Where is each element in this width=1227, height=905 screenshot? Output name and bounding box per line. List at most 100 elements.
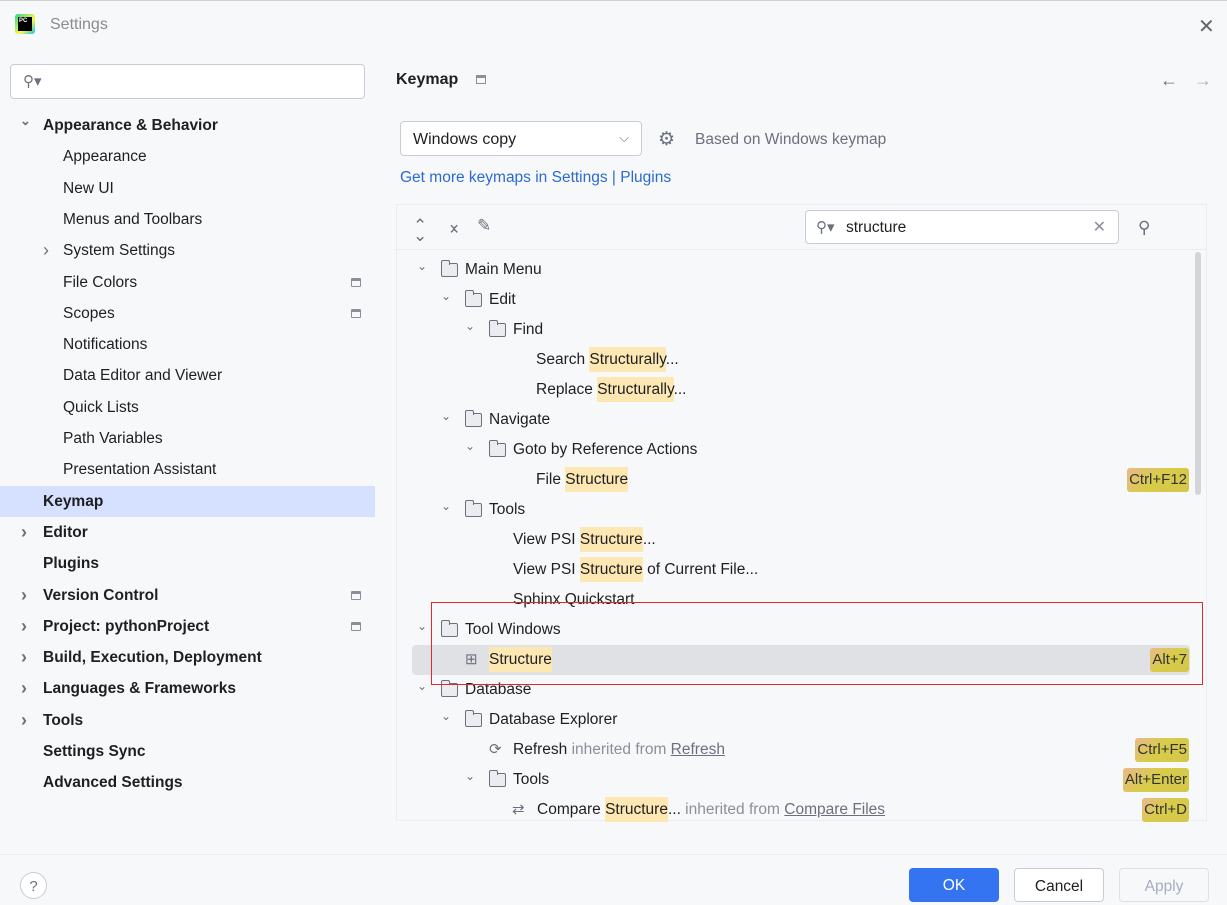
chevron-right-icon[interactable]: › (43, 235, 49, 266)
chevron-down-icon[interactable]: ⌄ (417, 251, 427, 281)
tree-row[interactable]: ⌄ Tools (412, 495, 1190, 525)
chevron-down-icon[interactable]: ⌄ (417, 671, 427, 701)
sidebar-item-label: Data Editor and Viewer (63, 367, 223, 385)
sidebar-item[interactable]: Menus and Toolbars (0, 204, 375, 235)
label-text: Edit (489, 291, 516, 308)
sidebar-item-label: Appearance (63, 148, 147, 166)
chevron-down-icon[interactable]: ⌄ (441, 281, 451, 311)
expand-all-icon-lower[interactable]: ⌄ (413, 226, 427, 246)
scrollbar[interactable] (1195, 252, 1201, 495)
tree-row-label: View PSI Structure of Current File... (513, 555, 758, 585)
sidebar-item-label: New UI (63, 179, 114, 197)
sidebar-item[interactable]: Scopes (0, 298, 375, 329)
apply-button[interactable]: Apply (1119, 868, 1209, 902)
find-by-shortcut-icon[interactable]: ⚲ (1138, 218, 1150, 238)
tree-row[interactable]: Search Structurally... (412, 345, 1190, 375)
ok-button[interactable]: OK (909, 868, 999, 902)
collapse-all-icon-lower[interactable]: ⌃ (447, 226, 461, 246)
tree-row[interactable]: ⌄ Edit (412, 285, 1190, 315)
chevron-down-icon[interactable]: ⌄ (441, 701, 451, 731)
folder-icon (464, 410, 482, 427)
chevron-down-icon[interactable]: ⌄ (465, 431, 475, 461)
close-icon[interactable]: ✕ (1198, 14, 1215, 39)
tree-row[interactable]: ⌄ Goto by Reference Actions (412, 435, 1190, 465)
sidebar-item[interactable]: › Build, Execution, Deployment (0, 642, 375, 673)
help-button[interactable]: ? (20, 872, 47, 899)
keymap-filter-input[interactable]: ⚲▾ structure ✕ (805, 210, 1119, 244)
sidebar-item[interactable]: › System Settings (0, 235, 375, 266)
chevron-right-icon[interactable]: › (21, 642, 27, 673)
search-icon: ⚲▾ (23, 73, 42, 90)
sidebar-item[interactable]: › Tools (0, 705, 375, 736)
tree-row[interactable]: ⌄ Tools Alt+Enter (412, 765, 1190, 795)
tree-row[interactable]: ⌄ Find (412, 315, 1190, 345)
keymap-select-value: Windows copy (413, 131, 517, 148)
back-arrow-icon[interactable]: ← (1160, 70, 1178, 91)
tree-row[interactable]: ⟳ Refresh inherited from Refresh Ctrl+F5 (412, 735, 1190, 765)
tree-row-label: Tools (489, 495, 525, 525)
chevron-down-icon[interactable]: ⌄ (441, 401, 451, 431)
tree-row[interactable]: View PSI Structure of Current File... (412, 555, 1190, 585)
sidebar-item-label: Advanced Settings (43, 774, 183, 792)
logo-text: PC (18, 17, 32, 31)
settings-search-input[interactable]: ⚲▾ (10, 64, 365, 99)
forward-arrow-icon[interactable]: → (1194, 70, 1212, 91)
pin-icon (351, 590, 361, 600)
label-text: Search (536, 351, 590, 368)
sidebar-item[interactable]: › Project: pythonProject (0, 611, 375, 642)
sidebar-item[interactable]: Settings Sync (0, 736, 375, 767)
sidebar-item[interactable]: Quick Lists (0, 392, 375, 423)
sidebar-item[interactable]: ⌄ Appearance & Behavior (0, 110, 375, 141)
sidebar-item[interactable]: Notifications (0, 329, 375, 360)
sidebar-item[interactable]: Presentation Assistant (0, 454, 375, 485)
sidebar-item-label: Presentation Assistant (63, 461, 217, 479)
label-text: Navigate (489, 411, 551, 428)
chevron-right-icon[interactable]: › (21, 705, 27, 736)
clear-icon[interactable]: ✕ (1093, 217, 1106, 237)
inherited-link[interactable]: Refresh (671, 741, 725, 758)
label-text: View PSI (513, 561, 580, 578)
chevron-right-icon[interactable]: › (21, 517, 27, 548)
search-match: Structure (579, 527, 643, 552)
sidebar-item[interactable]: Path Variables (0, 423, 375, 454)
label-text: Refresh (513, 741, 568, 758)
chevron-down-icon[interactable]: ⌄ (441, 491, 451, 521)
inherited-link[interactable]: Compare Files (784, 801, 885, 818)
chevron-right-icon[interactable]: › (21, 580, 27, 611)
label-text: Database Explorer (489, 711, 618, 728)
sidebar-item[interactable]: Keymap (0, 485, 375, 517)
sidebar-item-label: Scopes (63, 304, 115, 322)
sidebar-item[interactable]: › Languages & Frameworks (0, 673, 375, 704)
page-title: Keymap (396, 71, 459, 88)
tree-row-label: Goto by Reference Actions (513, 435, 697, 465)
chevron-down-icon[interactable]: ⌄ (465, 311, 475, 341)
cancel-button[interactable]: Cancel (1014, 868, 1104, 902)
chevron-right-icon[interactable]: › (21, 673, 27, 704)
gear-icon[interactable]: ⚙ (658, 128, 675, 151)
sidebar-item[interactable]: › Editor (0, 517, 375, 548)
sidebar-item[interactable]: File Colors (0, 267, 375, 298)
more-keymaps-link[interactable]: Get more keymaps in Settings | Plugins (400, 169, 671, 187)
sidebar-item[interactable]: Advanced Settings (0, 767, 375, 798)
tree-row[interactable]: ⌄ Navigate (412, 405, 1190, 435)
sidebar-item[interactable]: New UI (0, 173, 375, 204)
tree-row[interactable]: ⇄ Compare Structure... inherited from Com… (412, 795, 1190, 825)
keymap-select[interactable]: Windows copy ⌵ (400, 121, 642, 156)
sidebar-item[interactable]: Appearance (0, 141, 375, 172)
tree-row[interactable]: View PSI Structure... (412, 525, 1190, 555)
sidebar-item[interactable]: › Version Control (0, 580, 375, 611)
tree-row[interactable]: ⌄ Database Explorer (412, 705, 1190, 735)
chevron-down-icon[interactable]: ⌄ (417, 611, 427, 641)
folder-icon (464, 710, 482, 727)
tree-row[interactable]: File Structure Ctrl+F12 (412, 465, 1190, 495)
sidebar-item[interactable]: Data Editor and Viewer (0, 360, 375, 391)
tree-row[interactable]: ⌄ Main Menu (412, 255, 1190, 285)
tree-row-label: Edit (489, 285, 516, 315)
tree-row[interactable]: Replace Structurally... (412, 375, 1190, 405)
pencil-icon[interactable]: ✎ (477, 216, 491, 236)
chevron-right-icon[interactable]: › (21, 611, 27, 642)
sidebar-item[interactable]: Plugins (0, 548, 375, 579)
chevron-down-icon[interactable]: ⌄ (465, 761, 475, 791)
tree-row-label: Main Menu (465, 255, 542, 285)
chevron-down-icon[interactable]: ⌄ (20, 105, 31, 136)
